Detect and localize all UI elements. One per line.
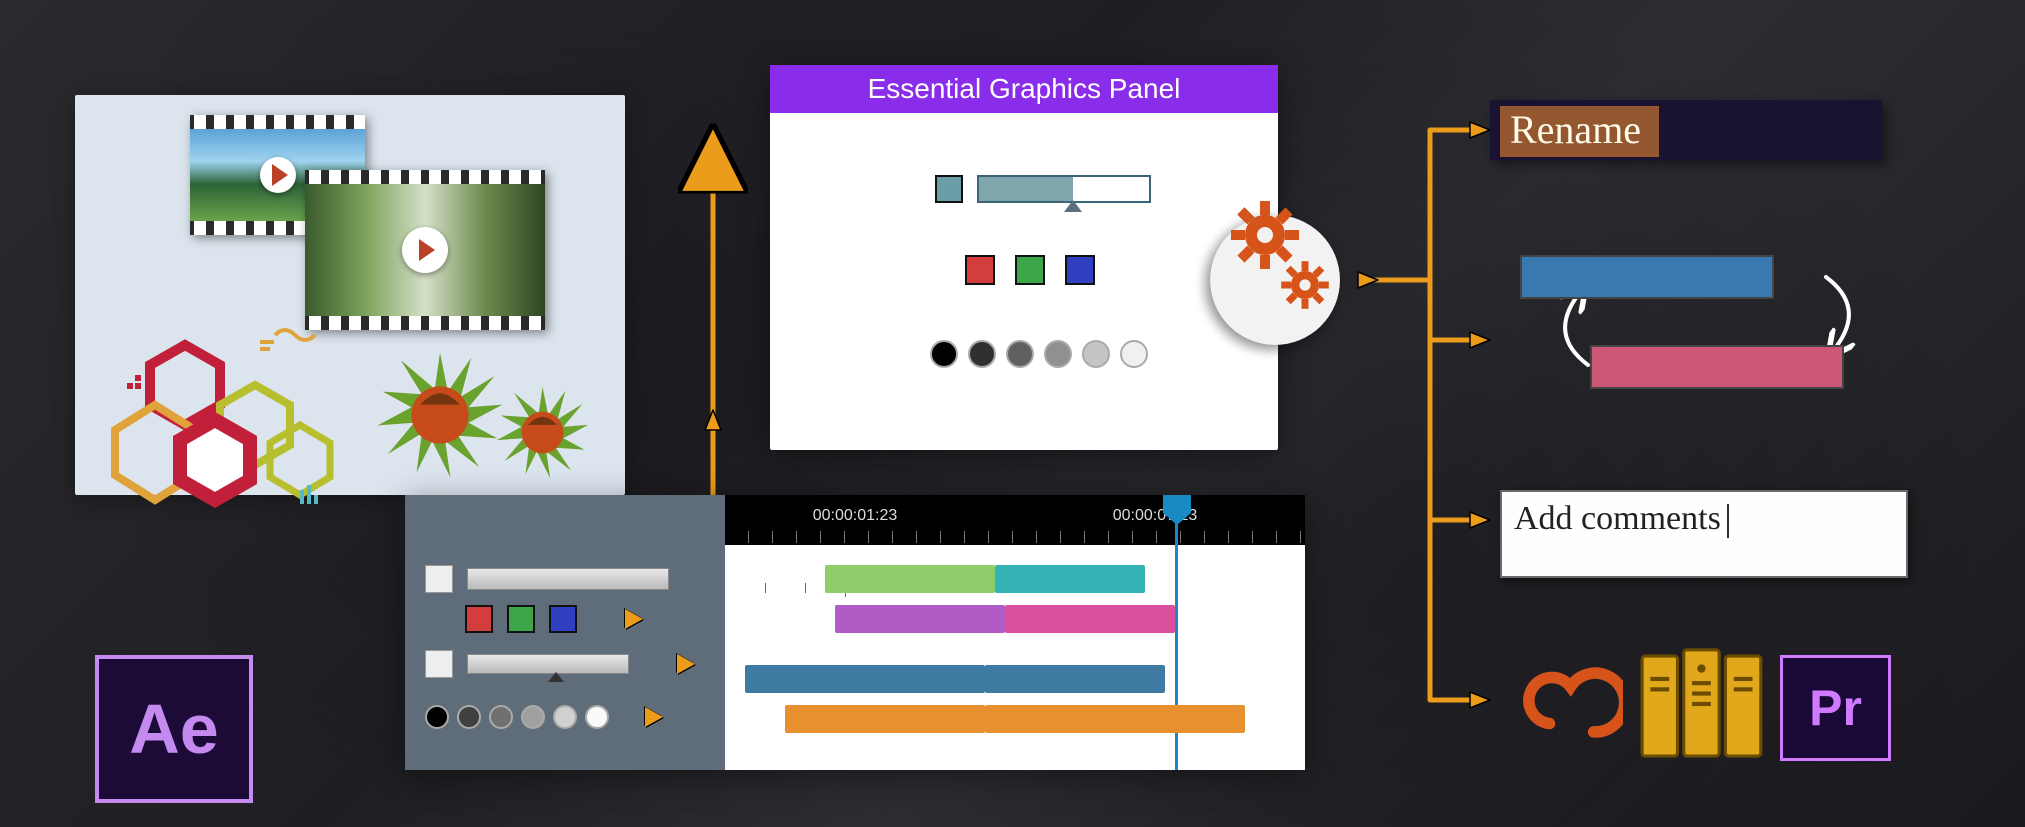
comments-field[interactable]: Add comments bbox=[1500, 490, 1908, 578]
dot[interactable] bbox=[553, 705, 577, 729]
layer-checkbox[interactable] bbox=[425, 650, 453, 678]
play-icon bbox=[260, 157, 296, 193]
egp-row-swatches bbox=[965, 255, 1095, 285]
dot-5[interactable] bbox=[1082, 340, 1110, 368]
egp-row-dots bbox=[930, 340, 1148, 368]
reorder-graphic bbox=[1520, 255, 1860, 400]
rename-label: Rename bbox=[1500, 106, 1659, 157]
dot-2[interactable] bbox=[968, 340, 996, 368]
timeline-layers bbox=[405, 495, 725, 770]
dot[interactable] bbox=[585, 705, 609, 729]
dot[interactable] bbox=[489, 705, 513, 729]
swatch-teal bbox=[935, 175, 963, 203]
dot-3[interactable] bbox=[1006, 340, 1034, 368]
burst-graphic-2 bbox=[495, 385, 590, 480]
track[interactable] bbox=[985, 665, 1165, 693]
swatch-blue[interactable] bbox=[1065, 255, 1095, 285]
dot[interactable] bbox=[457, 705, 481, 729]
dot[interactable] bbox=[521, 705, 545, 729]
reorder-bar-blue[interactable] bbox=[1520, 255, 1774, 299]
track[interactable] bbox=[835, 605, 1005, 633]
egp-row-slider bbox=[935, 175, 1151, 203]
slider-control[interactable] bbox=[977, 175, 1151, 203]
track[interactable] bbox=[995, 565, 1145, 593]
after-effects-icon: Ae bbox=[95, 655, 253, 803]
arrow-right-icon bbox=[645, 707, 663, 727]
play-icon bbox=[402, 227, 448, 273]
hexagon-graphic bbox=[105, 315, 385, 515]
track[interactable] bbox=[825, 565, 995, 593]
track[interactable] bbox=[985, 705, 1245, 733]
swatch-blue[interactable] bbox=[549, 605, 577, 633]
egp-title: Essential Graphics Panel bbox=[770, 65, 1278, 113]
rename-field[interactable]: Rename bbox=[1490, 100, 1882, 160]
burst-graphic-1 bbox=[375, 350, 505, 480]
track[interactable] bbox=[745, 665, 985, 693]
dot-4[interactable] bbox=[1044, 340, 1072, 368]
essential-graphics-panel: Essential Graphics Panel bbox=[770, 65, 1278, 450]
arrow-right-icon bbox=[625, 609, 643, 629]
comments-label: Add comments bbox=[1514, 500, 1721, 537]
layer-slider[interactable] bbox=[467, 654, 629, 674]
timeline-tracks[interactable]: /*noop*/ bbox=[725, 545, 1305, 770]
assets-panel bbox=[75, 95, 625, 495]
swatch-red[interactable] bbox=[965, 255, 995, 285]
creative-cloud-icon bbox=[1518, 650, 1623, 755]
premiere-icon: Pr bbox=[1780, 655, 1891, 761]
timeline-panel: 00:00:01:23 00:00:07:23 bbox=[405, 495, 1305, 770]
track[interactable] bbox=[1005, 605, 1175, 633]
gears-icon bbox=[1220, 205, 1370, 355]
film-clip-2 bbox=[305, 170, 545, 330]
layer-checkbox[interactable] bbox=[425, 565, 453, 593]
dot-1[interactable] bbox=[930, 340, 958, 368]
layer-name-field[interactable] bbox=[467, 568, 669, 590]
swatch-green[interactable] bbox=[1015, 255, 1045, 285]
swatch-red[interactable] bbox=[465, 605, 493, 633]
time-label-1: 00:00:01:23 bbox=[813, 507, 898, 525]
dot-6[interactable] bbox=[1120, 340, 1148, 368]
arrow-right-icon bbox=[677, 654, 695, 674]
dot[interactable] bbox=[425, 705, 449, 729]
track[interactable] bbox=[785, 705, 985, 733]
servers-icon bbox=[1640, 645, 1765, 765]
swatch-green[interactable] bbox=[507, 605, 535, 633]
reorder-bar-red[interactable] bbox=[1590, 345, 1844, 389]
